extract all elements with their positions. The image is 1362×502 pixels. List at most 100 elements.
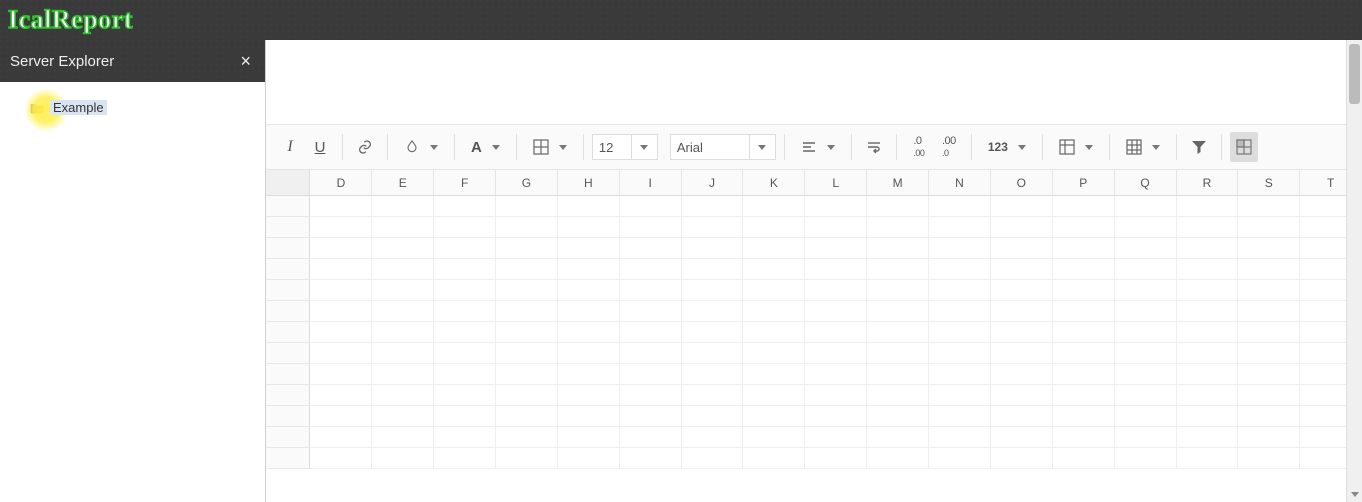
row-header[interactable]: [266, 259, 310, 280]
cell[interactable]: [434, 448, 496, 469]
cell[interactable]: [867, 385, 929, 406]
cell[interactable]: [558, 217, 620, 238]
cell[interactable]: [867, 427, 929, 448]
cell[interactable]: [929, 259, 991, 280]
cell[interactable]: [1115, 301, 1177, 322]
cell[interactable]: [558, 364, 620, 385]
cell[interactable]: [805, 406, 867, 427]
cell[interactable]: [991, 259, 1053, 280]
cell[interactable]: [1053, 217, 1115, 238]
cell[interactable]: [1238, 217, 1300, 238]
underline-button[interactable]: U: [306, 132, 334, 162]
cell[interactable]: [310, 427, 372, 448]
select-all-corner[interactable]: [266, 170, 310, 195]
cell[interactable]: [991, 385, 1053, 406]
cell[interactable]: [682, 364, 744, 385]
cell[interactable]: [496, 364, 558, 385]
cell[interactable]: [1177, 406, 1239, 427]
cell[interactable]: [558, 196, 620, 217]
cell[interactable]: [991, 301, 1053, 322]
cell[interactable]: [805, 427, 867, 448]
column-header[interactable]: N: [929, 170, 991, 195]
cell[interactable]: [310, 343, 372, 364]
cell[interactable]: [1177, 280, 1239, 301]
cell[interactable]: [372, 259, 434, 280]
cell[interactable]: [682, 301, 744, 322]
cell[interactable]: [743, 196, 805, 217]
cell[interactable]: [867, 301, 929, 322]
link-button[interactable]: [351, 132, 379, 162]
cell[interactable]: [496, 217, 558, 238]
cell[interactable]: [1238, 259, 1300, 280]
column-header[interactable]: D: [310, 170, 372, 195]
column-header[interactable]: J: [682, 170, 744, 195]
cell[interactable]: [558, 385, 620, 406]
row-header[interactable]: [266, 196, 310, 217]
column-header[interactable]: G: [496, 170, 558, 195]
cell[interactable]: [682, 238, 744, 259]
cell[interactable]: [434, 385, 496, 406]
conditional-format-button[interactable]: [1230, 132, 1258, 162]
cell[interactable]: [805, 322, 867, 343]
cell[interactable]: [805, 385, 867, 406]
column-header[interactable]: S: [1238, 170, 1300, 195]
cell[interactable]: [1115, 448, 1177, 469]
cell[interactable]: [1115, 406, 1177, 427]
number-format-button[interactable]: 123: [980, 132, 1034, 162]
cell[interactable]: [682, 196, 744, 217]
cell[interactable]: [310, 364, 372, 385]
cell[interactable]: [620, 238, 682, 259]
sidebar-close-button[interactable]: ×: [240, 51, 251, 72]
cell[interactable]: [743, 280, 805, 301]
cell[interactable]: [558, 343, 620, 364]
cell[interactable]: [434, 427, 496, 448]
cell[interactable]: [434, 364, 496, 385]
cell[interactable]: [372, 385, 434, 406]
cell[interactable]: [372, 238, 434, 259]
row-header[interactable]: [266, 385, 310, 406]
cell[interactable]: [805, 301, 867, 322]
font-size-dropdown[interactable]: [632, 134, 658, 160]
column-header[interactable]: I: [620, 170, 682, 195]
cell[interactable]: [991, 196, 1053, 217]
cell[interactable]: [1238, 406, 1300, 427]
italic-button[interactable]: I: [276, 132, 304, 162]
cell[interactable]: [310, 322, 372, 343]
cell[interactable]: [372, 301, 434, 322]
cell[interactable]: [496, 406, 558, 427]
vertical-scrollbar[interactable]: [1346, 40, 1362, 502]
scroll-thumb[interactable]: [1349, 44, 1360, 104]
cell[interactable]: [805, 259, 867, 280]
cell[interactable]: [867, 322, 929, 343]
decrease-decimal-button[interactable]: .00.0: [935, 132, 963, 162]
cell[interactable]: [1238, 427, 1300, 448]
row-header[interactable]: [266, 301, 310, 322]
row-header[interactable]: [266, 280, 310, 301]
cell[interactable]: [867, 448, 929, 469]
cell[interactable]: [620, 280, 682, 301]
row-header[interactable]: [266, 364, 310, 385]
cell[interactable]: [1238, 343, 1300, 364]
cell[interactable]: [1053, 196, 1115, 217]
cell[interactable]: [620, 322, 682, 343]
cell[interactable]: [1238, 322, 1300, 343]
cell[interactable]: [1053, 406, 1115, 427]
cell[interactable]: [496, 448, 558, 469]
delete-cells-button[interactable]: [1118, 132, 1168, 162]
cell[interactable]: [372, 406, 434, 427]
cell[interactable]: [372, 280, 434, 301]
cell[interactable]: [743, 238, 805, 259]
cell[interactable]: [682, 448, 744, 469]
cell[interactable]: [991, 238, 1053, 259]
cell[interactable]: [929, 385, 991, 406]
row-header[interactable]: [266, 322, 310, 343]
cell[interactable]: [1177, 217, 1239, 238]
cell[interactable]: [372, 196, 434, 217]
cell[interactable]: [620, 343, 682, 364]
row-header[interactable]: [266, 448, 310, 469]
cell[interactable]: [743, 217, 805, 238]
cell[interactable]: [1053, 238, 1115, 259]
fill-color-button[interactable]: [396, 132, 446, 162]
cell[interactable]: [1053, 280, 1115, 301]
cell[interactable]: [929, 196, 991, 217]
